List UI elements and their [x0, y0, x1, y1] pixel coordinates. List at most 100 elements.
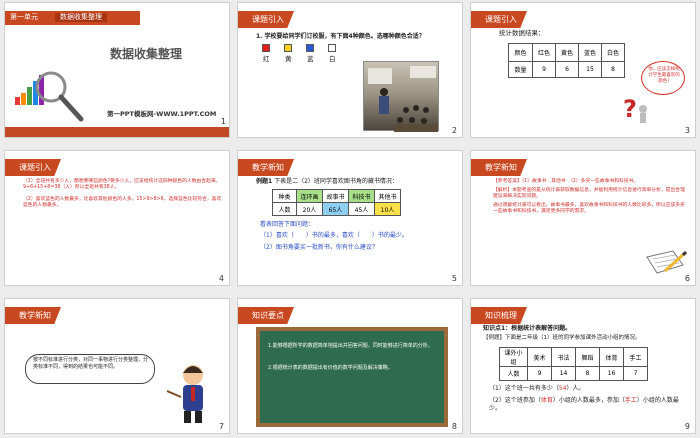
slide6-explanation: 通过观察统计表可以看出，故事书最多，喜欢故事书和科技书的人数比较多，所以应该多买…	[493, 203, 685, 215]
slide9-question-2: （2）这个班参加（体育）小组的人数最多，参加（手工）小组的人数最少。	[489, 397, 689, 413]
table-cell: 10人	[374, 202, 401, 216]
table-header-cell: 故事书	[322, 189, 349, 203]
table-header-cell: 美术	[527, 347, 552, 367]
bar-chart-magnifier-icon	[11, 69, 91, 124]
table-cell: 9	[527, 366, 552, 381]
slide-thumbnail-8[interactable]: 知识要点 1.能够根据所学的数据简单地提出并回答问题，同时能够进行简单的分析。 …	[237, 298, 463, 434]
color-label-red: 红	[263, 55, 270, 63]
activity-group-table: 课外小组 美术 书法 舞蹈 体育 手工 人数 9 14 8 16 7	[499, 347, 648, 381]
slide1-bottom-bar	[5, 127, 229, 137]
table-cell: 人数	[272, 202, 297, 216]
table-cell: 人数	[499, 366, 528, 381]
slide9-header: 知识梳理	[471, 307, 527, 324]
svg-text:?: ?	[623, 95, 637, 123]
slide6-analysis: 【解析】本题考查的是从统计表获取数据信息，并能利用统计信息进行简单分析，提出合理…	[493, 188, 685, 200]
slide3-subtitle: 统计数据结果：	[499, 29, 545, 37]
slide5-example: 例题1 下表是二（2）班同学喜欢图书角的藏书情况：	[256, 178, 461, 186]
slide8-header: 知识要点	[238, 307, 294, 324]
table-header-cell: 舞蹈	[575, 347, 600, 367]
slide-thumbnail-1[interactable]: 第一单元 数据收集整理 数据收集整理 第一PPT模板网-WWW.1PPT.COM…	[4, 2, 230, 138]
color-swatch-blue	[306, 44, 314, 52]
table-header-cell: 书法	[551, 347, 576, 367]
table-header-cell: 课外小组	[499, 347, 528, 367]
table-cell: 16	[599, 366, 624, 381]
chalkboard-point-1: 1.能够根据所学的数据简单地提出并回答问题，同时能够进行简单的分析。	[268, 343, 433, 349]
table-header-cell: 红色	[532, 43, 556, 62]
slide5-header: 教学新知	[238, 159, 294, 176]
slide-thumbnail-7[interactable]: 教学新知 按不同标准进行分类，对同一事物进行分类整理，分类标准不同，得到的结果也…	[4, 298, 230, 434]
table-cell: 6	[555, 61, 579, 78]
slide-number: 4	[218, 274, 224, 283]
table-cell: 7	[623, 366, 648, 381]
color-count-table: 颜色 红色 黄色 蓝色 白色 数量 9 6 15 8	[508, 43, 625, 78]
slide-number: 9	[684, 422, 690, 431]
table-cell: 15	[578, 61, 602, 78]
table-header-cell: 其他书	[374, 189, 401, 203]
table-cell: 65人	[322, 202, 349, 216]
slide4-paragraph-2: （2）喜欢蓝色的人数最多，比喜欢其他颜色的人多。15>9>8>6，选择蓝色比较符…	[23, 197, 222, 209]
table-cell: 45人	[348, 202, 375, 216]
slide7-header: 教学新知	[5, 307, 61, 324]
slide-thumbnail-6[interactable]: 教学新知 【参考答案】（1）故事书 其他书 （2）多买一些故事书和科技书。 【解…	[470, 150, 696, 286]
chalkboard-point-2: 2.根据统计表的数据提出有价值的数学问题及解决策略。	[268, 365, 393, 371]
color-label-blue: 蓝	[307, 55, 314, 63]
slide-number: 5	[451, 274, 457, 283]
table-header-cell: 颜色	[508, 43, 533, 62]
slide-thumbnail-2[interactable]: 课题引入 1. 学校要给同学们订校服，有下面4种颜色。选哪种颜色合适？ 红 黄 …	[237, 2, 463, 138]
table-header-cell: 黄色	[555, 43, 579, 62]
slide4-header: 课题引入	[5, 159, 61, 176]
bubble-text: 按不同标准进行分类，对同一事物进行分类整理，分类标准不同，得到的结果也可能不同。	[33, 357, 149, 370]
q1-text-start: （1）这个班一共有多少（	[489, 385, 559, 392]
slide2-header: 课题引入	[238, 11, 294, 28]
color-swatch-red	[262, 44, 270, 52]
q2-text-middle: ）小组的人数最多，参加（	[552, 397, 625, 404]
table-cell: 数量	[508, 61, 533, 78]
table-header-cell: 科技书	[348, 189, 375, 203]
q2-answer-most: 体育	[540, 397, 553, 404]
example-lead: 例题1	[256, 178, 273, 185]
q2-answer-least: 手工	[624, 397, 637, 404]
slide-thumbnail-4[interactable]: 课题引入 （1）全班共有多少人，都想要哪些颜色?要多少人，应该给统计这四种颜色的…	[4, 150, 230, 286]
slide-number: 7	[218, 422, 224, 431]
slide5-question-2: （2）图书角要买一批新书，你有什么建议？	[260, 244, 378, 251]
table-header-cell: 种类	[272, 189, 297, 203]
table-cell: 8	[601, 61, 625, 78]
slide-thumbnail-3[interactable]: 课题引入 统计数据结果： 颜色 红色 黄色 蓝色 白色 数量 9 6 15 8 …	[470, 2, 696, 138]
slide9-question-1: （1）这个班一共有多少（54）人。	[489, 385, 689, 393]
slide1-footer: 第一PPT模板网-WWW.1PPT.COM	[107, 110, 217, 118]
slide9-example: 【例题】下面是二年级（1）班的同学参加课外活动小组的情况。	[483, 335, 641, 341]
color-options: 红 黄 蓝 白	[262, 44, 372, 66]
slide-number: 3	[684, 126, 690, 135]
slide-number: 6	[684, 274, 690, 283]
table-cell: 8	[575, 366, 600, 381]
q2-text-start: （2）这个班参加（	[489, 397, 541, 404]
example-text: 下表是二（2）班同学喜欢图书角的藏书情况：	[274, 178, 398, 185]
slide5-prompt: 看表回答下面问题：	[260, 221, 315, 228]
notebook-pencil-icon	[643, 247, 688, 277]
slide4-paragraph-1: （1）全班共有多少人，都想要哪些颜色?要多少人，应该给统计这四种颜色的人数由合起…	[23, 179, 221, 191]
table-header-cell: 白色	[601, 43, 625, 62]
color-label-white: 白	[329, 55, 336, 63]
slide3-header: 课题引入	[471, 11, 527, 28]
color-label-yellow: 黄	[285, 55, 292, 63]
slide1-tab-unit: 第一单元	[10, 13, 38, 21]
slide1-tab-topic: 数据收集整理	[55, 13, 107, 23]
slide9-intro: 知识点1：根据统计表解答问题。	[483, 325, 572, 332]
color-swatch-white	[328, 44, 336, 52]
slide6-header: 教学新知	[471, 159, 527, 176]
slide-number: 8	[451, 422, 457, 431]
slide-number: 2	[451, 126, 457, 135]
q1-text-end: ）人。	[566, 385, 585, 392]
slide2-question: 1. 学校要给同学们订校服，有下面4种颜色。选哪种颜色合适？	[256, 33, 425, 40]
slide5-question-1: （1）喜欢（ ）书的最多，喜欢（ ）书的最少。	[260, 232, 408, 239]
table-header-cell: 手工	[623, 347, 648, 367]
slide-thumbnail-9[interactable]: 知识梳理 知识点1：根据统计表解答问题。 【例题】下面是二年级（1）班的同学参加…	[470, 298, 696, 434]
classroom-photo	[363, 61, 439, 132]
slide-thumbnail-5[interactable]: 教学新知 例题1 下表是二（2）班同学喜欢图书角的藏书情况： 种类 连环画 故事…	[237, 150, 463, 286]
slide6-answer: 【参考答案】（1）故事书 其他书 （2）多买一些故事书和科技书。	[493, 179, 639, 184]
slide-sorter-grid: 第一单元 数据收集整理 数据收集整理 第一PPT模板网-WWW.1PPT.COM…	[0, 0, 700, 438]
table-header-cell: 体育	[599, 347, 624, 367]
table-cell: 14	[551, 366, 576, 381]
color-swatch-yellow	[284, 44, 292, 52]
slide1-title: 数据收集整理	[110, 47, 183, 61]
